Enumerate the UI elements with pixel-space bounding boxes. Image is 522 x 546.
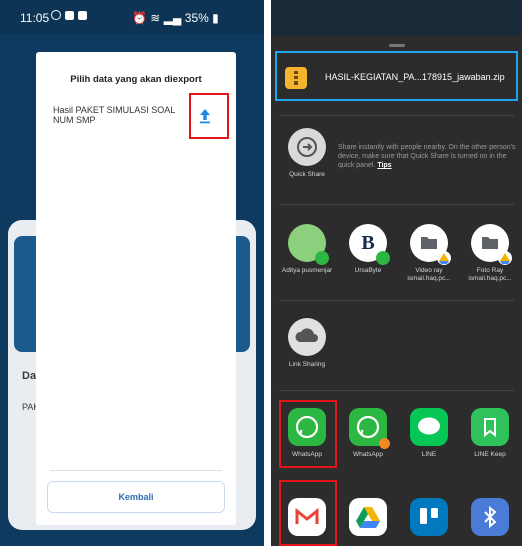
contact-avatar	[288, 224, 329, 265]
link-sharing-button[interactable]: Link Sharing	[277, 318, 337, 369]
share-sheet: HASIL-KEGIATAN_PA...178915_jawaban.zip Q…	[271, 0, 522, 546]
contact-video-ray[interactable]: Video ray ismail.haq.pc...	[399, 224, 459, 283]
quick-share-description-text: Share instantly with people nearby. On t…	[338, 144, 516, 169]
google-drive-badge-icon	[437, 251, 451, 265]
divider	[279, 300, 514, 301]
quick-share-button[interactable]: Quick Share	[277, 128, 337, 179]
alarm-icon: ⏰	[132, 11, 147, 25]
notification-icon	[65, 11, 74, 20]
cloud-link-icon	[288, 318, 326, 356]
drag-handle[interactable]	[389, 44, 405, 47]
quick-share-description: Share instantly with people nearby. On t…	[338, 143, 518, 170]
zip-file-icon	[285, 67, 307, 89]
divider	[279, 204, 514, 205]
whatsapp-badge-icon	[376, 251, 390, 265]
contact-label: Video ray ismail.haq.pc...	[407, 267, 451, 282]
contact-aditya[interactable]: Aditya pusmenjar	[277, 224, 337, 275]
google-drive-icon	[349, 498, 387, 536]
highlight-box	[279, 480, 337, 546]
whatsapp-icon	[349, 408, 390, 449]
app-label: LINE Keep	[474, 451, 506, 458]
contact-label: Foto Ray ismail.haq.pc...	[468, 267, 512, 282]
link-sharing-label: Link Sharing	[288, 361, 326, 368]
folder-avatar	[410, 224, 451, 265]
line-icon	[410, 408, 448, 446]
contact-foto-ray[interactable]: Foto Ray ismail.haq.pc...	[460, 224, 520, 283]
line-keep-app-button[interactable]: LINE Keep	[460, 408, 520, 459]
trello-app-button[interactable]	[399, 498, 459, 536]
tips-link[interactable]: Tips	[377, 162, 391, 169]
signal-icon: ▂▄	[163, 11, 182, 25]
folder-avatar	[471, 224, 512, 265]
line-keep-icon	[471, 408, 509, 446]
contact-label: Aditya pusmenjar	[281, 267, 333, 274]
ursabyte-avatar: B	[349, 224, 390, 265]
app-label: WhatsApp	[353, 451, 383, 458]
whatsapp-clone-app-button[interactable]: WhatsApp	[338, 408, 398, 459]
gallery-notification-icon	[78, 11, 87, 20]
whatsapp-badge-icon	[315, 251, 329, 265]
google-drive-badge-icon	[498, 251, 512, 265]
divider	[279, 115, 514, 116]
status-bar: 11:05 ⏰ ≋ ▂▄ 35% ▮	[0, 0, 264, 34]
dialog-divider	[50, 470, 222, 471]
bluetooth-app-button[interactable]	[460, 498, 520, 536]
contact-ursabyte[interactable]: B UrsaByte	[338, 224, 398, 275]
left-screenshot: 11:05 ⏰ ≋ ▂▄ 35% ▮ Dat PAK Pilih data ya…	[0, 0, 264, 546]
google-drive-app-button[interactable]	[338, 498, 398, 536]
highlight-box	[279, 400, 337, 468]
divider	[279, 390, 514, 391]
app-label: LINE	[421, 451, 437, 458]
file-name: HASIL-KEGIATAN_PA...178915_jawaban.zip	[325, 72, 505, 82]
export-dialog: Pilih data yang akan diexport Hasil PAKE…	[36, 52, 236, 525]
trello-icon	[410, 498, 448, 536]
status-icons: ⏰ ≋ ▂▄ 35% ▮	[132, 11, 219, 25]
status-time: 11:05	[20, 11, 50, 25]
bluetooth-icon	[471, 498, 509, 536]
kembali-button[interactable]: Kembali	[47, 481, 225, 513]
battery-icon: ▮	[212, 11, 219, 25]
export-item-label[interactable]: Hasil PAKET SIMULASI SOAL NUM SMP	[53, 105, 193, 125]
battery-level: 35%	[184, 11, 209, 25]
highlight-box	[189, 93, 229, 139]
quick-share-icon	[288, 128, 326, 166]
line-app-button[interactable]: LINE	[399, 408, 459, 459]
status-strip	[271, 0, 522, 36]
quick-share-label: Quick Share	[289, 171, 325, 178]
whatsapp-notification-icon	[51, 10, 61, 20]
wifi-icon: ≋	[150, 11, 161, 25]
clone-badge-icon	[379, 438, 390, 449]
contact-label: UrsaByte	[354, 267, 382, 274]
dialog-title: Pilih data yang akan diexport	[70, 74, 202, 85]
